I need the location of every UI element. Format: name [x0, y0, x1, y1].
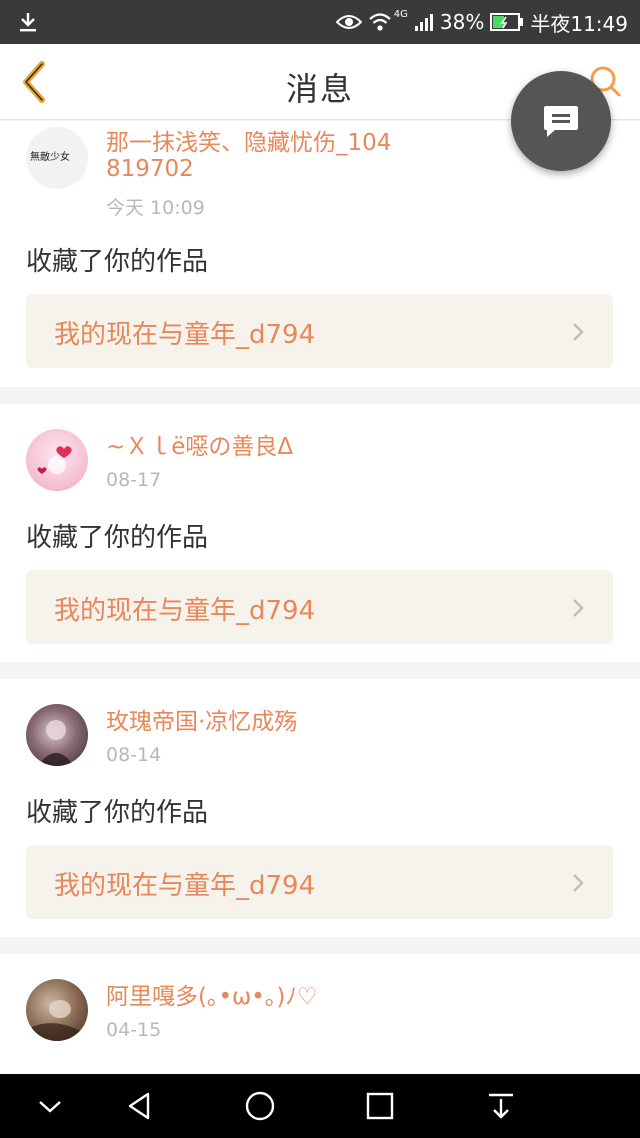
wifi-icon	[369, 13, 391, 31]
message-card: 阿里嘎多(｡•ω•｡)ﾉ♡ 04-15	[0, 954, 640, 1074]
avatar[interactable]	[26, 429, 88, 491]
chat-bubble-icon	[544, 106, 578, 137]
chevron-down-icon[interactable]	[34, 1090, 66, 1122]
action-text: 收藏了你的作品	[26, 523, 209, 553]
avatar[interactable]: 無敵少女	[26, 127, 88, 189]
avatar-text: 無敵少女	[30, 152, 70, 163]
action-text: 收藏了你的作品	[26, 247, 209, 277]
recents-square-icon[interactable]	[364, 1090, 396, 1122]
timestamp: 08-17	[106, 469, 162, 491]
chevron-right-icon	[573, 599, 584, 617]
avatar[interactable]	[26, 979, 88, 1041]
username[interactable]: 阿里嘎多(｡•ω•｡)ﾉ♡	[106, 984, 406, 1010]
heart-icon	[37, 446, 72, 474]
message-list: 無敵少女 那一抹浅笑、隐藏忧伤_104819702 今天 10:09 收藏了你的…	[0, 121, 640, 1074]
work-link[interactable]: 我的现在与童年_d794	[26, 570, 613, 644]
work-title: 我的现在与童年_d794	[54, 320, 316, 350]
home-circle-icon[interactable]	[244, 1090, 276, 1122]
message-card: 玫瑰帝国·凉忆成殇 08-14 收藏了你的作品 我的现在与童年_d794	[0, 679, 640, 937]
network-type: 4G	[393, 8, 408, 20]
back-triangle-icon[interactable]	[124, 1090, 156, 1122]
system-nav-bar	[0, 1074, 640, 1138]
username[interactable]: ~Ｘｌё噁の善良Δ	[106, 434, 406, 460]
timestamp: 今天 10:09	[106, 197, 205, 219]
chevron-right-icon	[573, 323, 584, 341]
download-icon	[20, 13, 36, 32]
chevron-right-icon	[573, 874, 584, 892]
timestamp: 08-14	[106, 744, 162, 766]
signal-icon	[414, 14, 433, 31]
notification-pull-icon[interactable]	[485, 1090, 517, 1122]
portrait-icon	[38, 720, 74, 766]
timestamp: 04-15	[106, 1019, 162, 1041]
battery-icon	[490, 13, 524, 31]
status-bar: 4G 38% 半夜11:49	[0, 0, 640, 44]
username[interactable]: 那一抹浅笑、隐藏忧伤_104819702	[106, 130, 406, 182]
chat-fab-button[interactable]	[511, 71, 611, 171]
username[interactable]: 玫瑰帝国·凉忆成殇	[106, 709, 406, 735]
avatar[interactable]	[26, 704, 88, 766]
eye-icon	[335, 15, 362, 29]
work-link[interactable]: 我的现在与童年_d794	[26, 294, 613, 368]
work-link[interactable]: 我的现在与童年_d794	[26, 845, 613, 919]
battery-percent: 38%	[439, 10, 485, 34]
work-title: 我的现在与童年_d794	[54, 596, 316, 626]
portrait-icon	[32, 1000, 84, 1041]
action-text: 收藏了你的作品	[26, 798, 209, 828]
work-title: 我的现在与童年_d794	[54, 871, 316, 901]
message-card: ~Ｘｌё噁の善良Δ 08-17 收藏了你的作品 我的现在与童年_d794	[0, 404, 640, 662]
clock: 半夜11:49	[530, 11, 628, 36]
